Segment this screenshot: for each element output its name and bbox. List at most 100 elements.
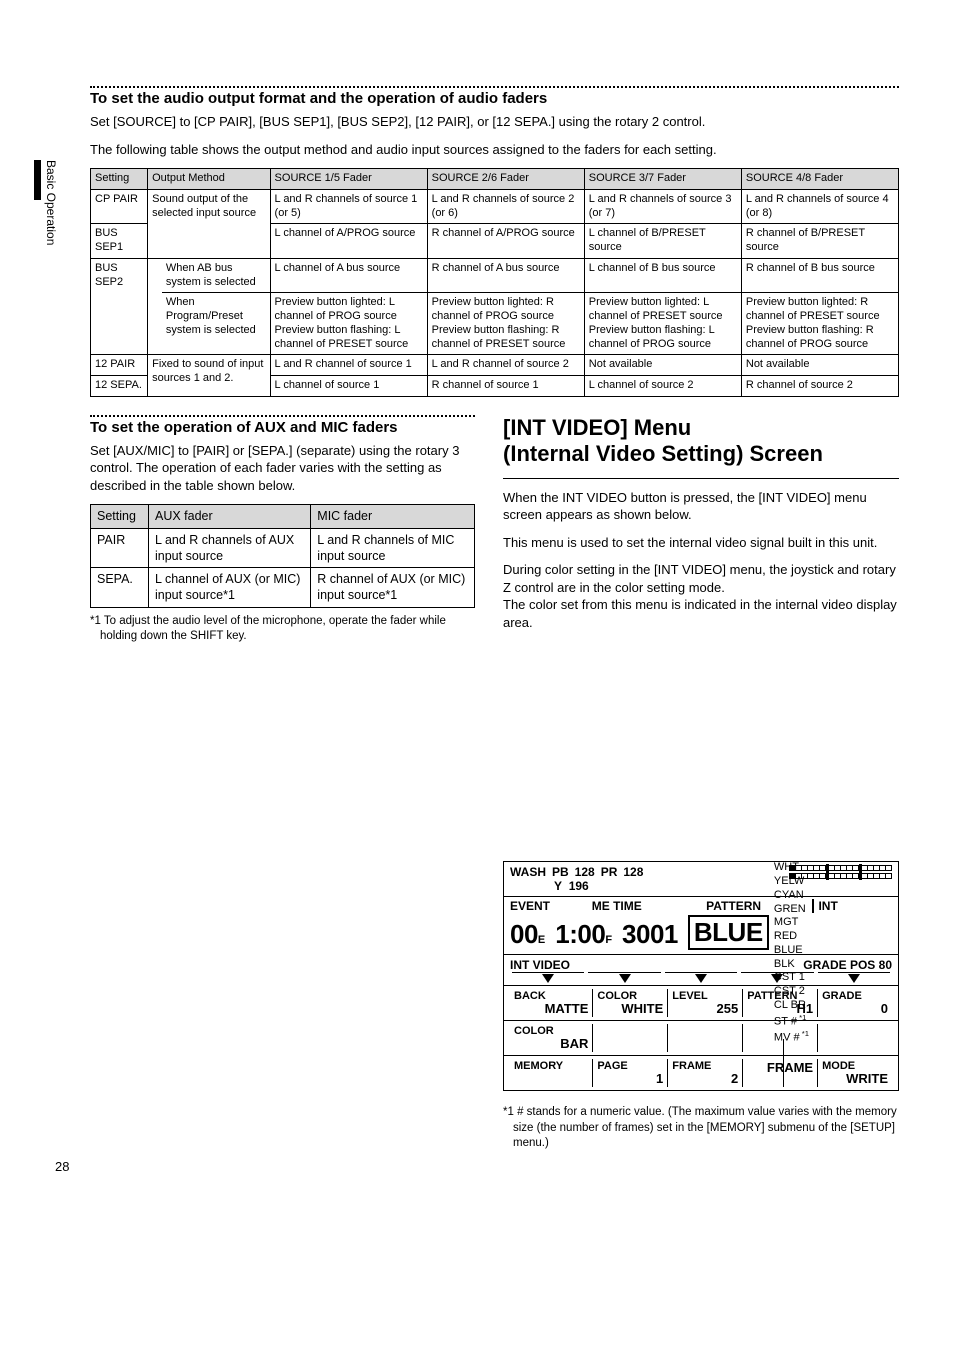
intvideo-label: INT VIDEO <box>510 958 570 972</box>
section3-title: [INT VIDEO] Menu (Internal Video Setting… <box>503 415 899 468</box>
osd-cell: FRAME2 <box>667 1059 742 1087</box>
color-list-item: WHT <box>774 861 809 875</box>
t1-r5-c2: R channel of source 1 <box>427 376 584 397</box>
color-list-item: ST # *1 <box>774 1013 809 1029</box>
t2-r2-m-text: R channel of AUX (or MIC) input source*1 <box>317 572 465 602</box>
t1-h-26: SOURCE 2/6 Fader <box>427 169 584 190</box>
t1-output-merged: Sound output of the selected input sourc… <box>148 189 270 258</box>
osd-panel: WASH PB 128 PR 128 Y 196 <box>503 861 899 1091</box>
section3-footnote: *1 # stands for a numeric value. (The ma… <box>503 1105 899 1152</box>
t1-r1-c2: L and R channels of source 2 (or 6) <box>427 189 584 224</box>
t2-r1-s: PAIR <box>91 528 149 568</box>
osd-grid-row1: BACKMATTECOLORWHITELEVEL255PATTERNH1GRAD… <box>504 986 898 1021</box>
t1-r4-c2: L and R channel of source 2 <box>427 355 584 376</box>
color-list-item: CST 1 <box>774 971 809 985</box>
t1-h-37: SOURCE 3/7 Fader <box>584 169 741 190</box>
t1-r4-c1: L and R channel of source 1 <box>270 355 427 376</box>
color-list-item: CYAN <box>774 889 809 903</box>
t1-r3b-c1: Preview button lighted: L channel of PRO… <box>270 293 427 355</box>
event-unit: E <box>538 934 545 946</box>
t1-r4-c3: Not available <box>584 355 741 376</box>
section3-rule <box>503 478 899 479</box>
t1-r1-c1: L and R channels of source 1 (or 5) <box>270 189 427 224</box>
int-value: BLUE <box>688 915 769 950</box>
section3-p2: This menu is used to set the internal vi… <box>503 534 899 552</box>
osd-cell: MEMORY <box>510 1059 592 1087</box>
int-label: INT <box>812 899 892 913</box>
pb-label: PB <box>552 865 569 879</box>
osd-cell: GRADE0 <box>817 989 892 1017</box>
t1-r5-c3: L channel of source 2 <box>584 376 741 397</box>
event-value: 00 <box>510 919 538 949</box>
leader-line <box>783 1039 784 1087</box>
t1-r3-c4: R channel of B bus source <box>741 258 898 293</box>
t1-r3-c1: L channel of A bus source <box>270 258 427 293</box>
color-list-item: GREN <box>774 903 809 917</box>
t1-r4-c4: Not available <box>741 355 898 376</box>
t1-r1-setting: CP PAIR <box>91 189 148 224</box>
t1-r3-c2: R channel of A bus source <box>427 258 584 293</box>
t2-r2-m: R channel of AUX (or MIC) input source*1 <box>311 568 475 608</box>
source-fader-table-b: BUS SEP2 When AB bus system is selected … <box>90 258 899 397</box>
t1-r3b-c3: Preview button lighted: L channel of PRE… <box>584 293 741 355</box>
osd-cell: FRAME <box>742 1059 817 1087</box>
t1-r3b-c2: Preview button lighted: R channel of PRO… <box>427 293 584 355</box>
t2-r2-a-text: L channel of AUX (or MIC) input source*1 <box>155 572 300 602</box>
t1-h-48: SOURCE 4/8 Fader <box>741 169 898 190</box>
osd-cell: LEVEL255 <box>667 989 742 1017</box>
t1-r2-c2: R channel of A/PROG source <box>427 224 584 259</box>
t1-r4-out: Fixed to sound of input sources 1 and 2. <box>148 355 270 397</box>
color-list-item: RED <box>774 930 809 944</box>
t1-r3-setting: BUS SEP2 <box>91 258 148 355</box>
section1-heading: To set the audio output format and the o… <box>90 90 899 107</box>
t1-r1-c4: L and R channels of source 4 (or 8) <box>741 189 898 224</box>
color-list-item: BLUE <box>774 944 809 958</box>
gradepos-label: GRADE POS 80 <box>803 958 892 972</box>
osd-cell: COLORBAR <box>510 1024 592 1052</box>
osd-diagram: WHTYELWCYANGRENMGTREDBLUEBLKCST 1CST 2CL… <box>503 861 899 1091</box>
section1-p2: The following table shows the output met… <box>90 141 899 159</box>
y-label: Y <box>554 879 562 893</box>
t1-r2-setting: BUS SEP1 <box>91 224 148 259</box>
t1-h-15: SOURCE 1/5 Fader <box>270 169 427 190</box>
t2-r1-m: L and R channels of MIC input source <box>311 528 475 568</box>
section3-title-line1: [INT VIDEO] Menu <box>503 415 691 440</box>
osd-cell: PAGE1 <box>592 1059 667 1087</box>
pb-value: 128 <box>575 865 595 879</box>
color-list-item: MV # *1 <box>774 1029 809 1045</box>
color-list-item: CL BR <box>774 999 809 1013</box>
page-number: 28 <box>55 1159 69 1174</box>
t2-h3: MIC fader <box>311 505 475 528</box>
t1-r1-c3: L and R channels of source 3 (or 7) <box>584 189 741 224</box>
t1-r3-cond1: When AB bus system is selected <box>162 258 270 293</box>
t1-r3-c3: L channel of B bus source <box>584 258 741 293</box>
event-label: EVENT <box>510 899 592 913</box>
metime-label: ME TIME <box>592 899 706 913</box>
osd-grid-row3: MEMORYPAGE1FRAME2FRAMEMODEWRITE <box>504 1056 898 1090</box>
t1-r5-c1: L channel of source 1 <box>270 376 427 397</box>
section3-p3: During color setting in the [INT VIDEO] … <box>503 561 899 631</box>
source-fader-table: Setting Output Method SOURCE 1/5 Fader S… <box>90 168 899 259</box>
t1-h-output: Output Method <box>148 169 270 190</box>
section3-title-line2: (Internal Video Setting) Screen <box>503 441 823 466</box>
pattern-value: 3001 <box>622 919 678 950</box>
pr-value: 128 <box>623 865 643 879</box>
pr-label: PR <box>601 865 618 879</box>
t1-r4-setting: 12 PAIR <box>91 355 148 376</box>
color-list-item: YELW <box>774 875 809 889</box>
osd-cell <box>817 1024 892 1052</box>
t2-r1-a: L and R channels of AUX input source <box>149 528 311 568</box>
y-value: 196 <box>569 879 589 893</box>
t1-r3-spacer <box>148 258 162 355</box>
side-tab-marker <box>34 160 41 200</box>
color-list: WHTYELWCYANGRENMGTREDBLUEBLKCST 1CST 2CL… <box>774 861 809 1045</box>
metime-value: 1:00 <box>555 919 605 949</box>
dotted-rule-2 <box>90 415 475 417</box>
aux-mic-table: Setting AUX fader MIC fader PAIR L and R… <box>90 504 475 607</box>
side-tab-label: Basic Operation <box>44 160 58 245</box>
osd-cell: BACKMATTE <box>510 989 592 1017</box>
osd-cell <box>667 1024 742 1052</box>
t1-r3b-c4: Preview button lighted: R channel of PRE… <box>741 293 898 355</box>
t1-r2-c1: L channel of A/PROG source <box>270 224 427 259</box>
wash-label: WASH <box>510 865 546 879</box>
